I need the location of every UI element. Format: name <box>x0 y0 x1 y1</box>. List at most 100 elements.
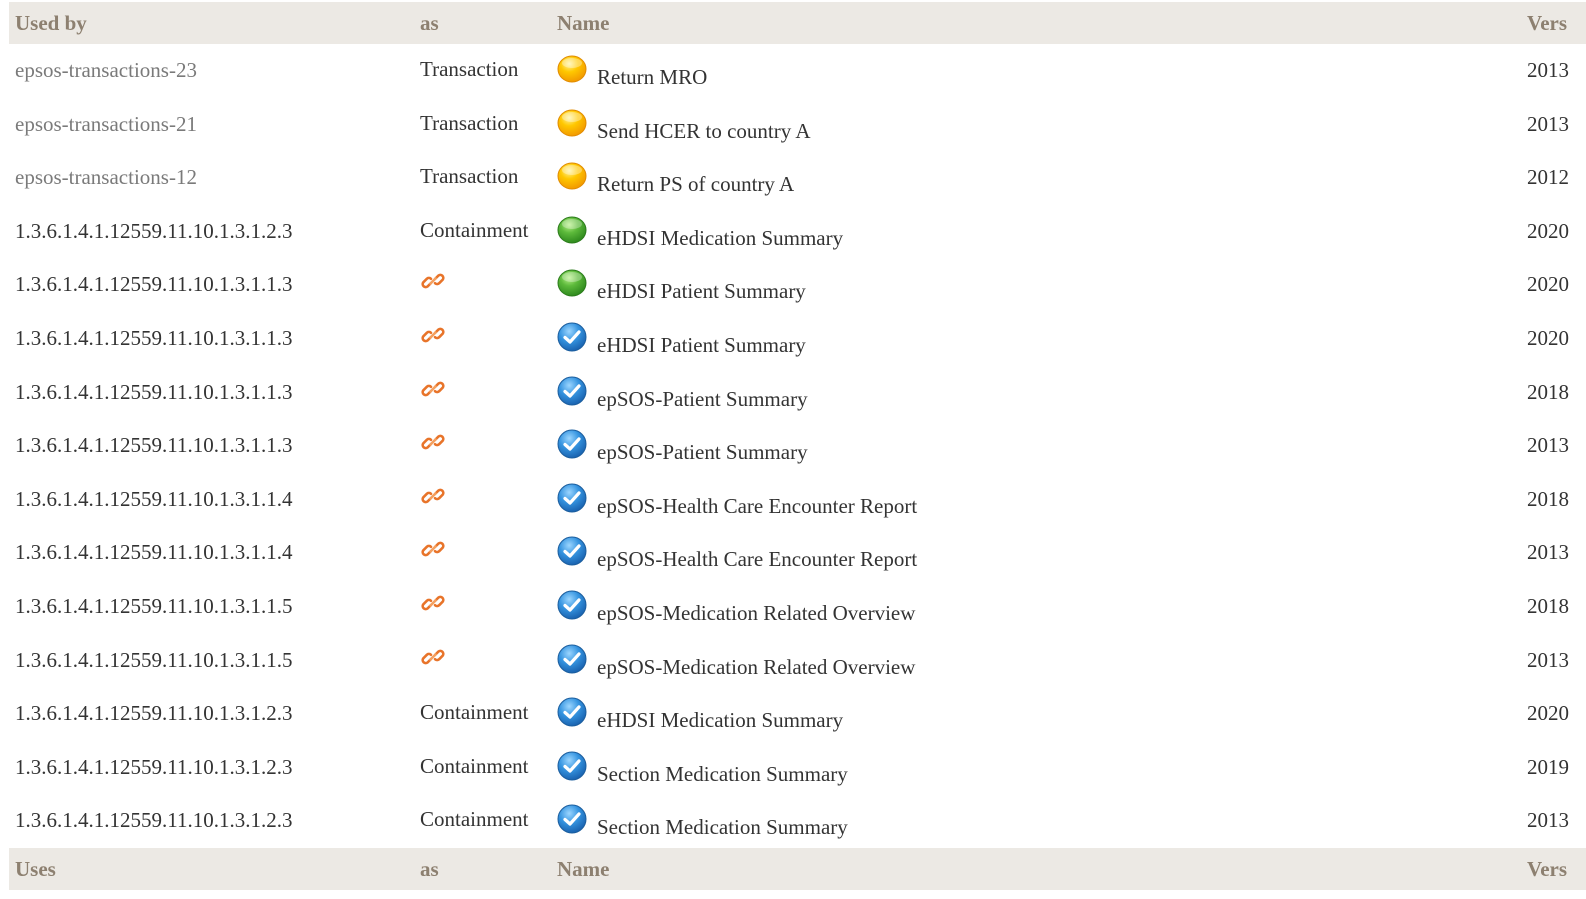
column-header-as[interactable]: as <box>420 11 439 36</box>
used-by-oid: 1.3.6.1.4.1.12559.11.10.1.3.1.1.3 <box>15 379 293 404</box>
used-by-oid: 1.3.6.1.4.1.12559.11.10.1.3.1.1.5 <box>15 593 293 618</box>
used-by-link[interactable]: epsos-transactions-12 <box>15 165 197 190</box>
version-date: 2020 <box>1527 701 1569 726</box>
blue-check-icon <box>556 696 588 728</box>
used-by-id: 23 <box>175 58 197 82</box>
used-by-oid: 1.3.6.1.4.1.12559.11.10.1.3.1.1.4 <box>15 540 293 565</box>
used-by-oid: 1.3.6.1.4.1.12559.11.10.1.3.1.1.3 <box>15 272 293 297</box>
template-name[interactable]: epSOS-Patient Summary <box>597 387 808 412</box>
version-date: 2013 <box>1527 647 1569 672</box>
column-header-as[interactable]: as <box>420 857 439 882</box>
template-name[interactable]: epSOS-Medication Related Overview <box>597 655 915 680</box>
version-date: 2018 <box>1527 379 1569 404</box>
column-header-version[interactable]: Vers <box>1527 857 1567 882</box>
blue-check-icon <box>556 375 588 407</box>
table-row: 1.3.6.1.4.1.12559.11.10.1.3.1.1.4 epSOS-H… <box>9 526 1586 580</box>
yellow-dot-icon <box>556 107 588 139</box>
chain-link-icon <box>420 268 446 294</box>
used-by-oid: 1.3.6.1.4.1.12559.11.10.1.3.1.2.3 <box>15 754 293 779</box>
template-name[interactable]: Section Medication Summary <box>597 815 848 840</box>
version-date: 2018 <box>1527 486 1569 511</box>
table-row: 1.3.6.1.4.1.12559.11.10.1.3.1.2.3 Contain… <box>9 687 1586 741</box>
column-header-name[interactable]: Name <box>557 857 609 882</box>
version-date: 2013 <box>1527 540 1569 565</box>
blue-check-icon <box>556 321 588 353</box>
table-row: 1.3.6.1.4.1.12559.11.10.1.3.1.1.3 epSOS-P… <box>9 366 1586 420</box>
column-header-name[interactable]: Name <box>557 11 609 36</box>
blue-check-icon <box>556 589 588 621</box>
version-date: 2013 <box>1527 808 1569 833</box>
used-by-link[interactable]: epsos-transactions-21 <box>15 112 197 137</box>
table-row: epsos-transactions-12 Transaction Return P… <box>9 151 1586 205</box>
template-name[interactable]: Return PS of country A <box>597 172 794 197</box>
column-header-uses[interactable]: Uses <box>15 857 56 882</box>
blue-check-icon <box>556 428 588 460</box>
template-name[interactable]: Section Medication Summary <box>597 762 848 787</box>
chain-link-icon <box>420 590 446 616</box>
used-by-oid: 1.3.6.1.4.1.12559.11.10.1.3.1.1.3 <box>15 325 293 350</box>
column-header-version[interactable]: Vers <box>1527 11 1567 36</box>
used-by-oid: 1.3.6.1.4.1.12559.11.10.1.3.1.1.4 <box>15 486 293 511</box>
relation-type: Transaction <box>420 57 519 81</box>
version-date: 2013 <box>1527 433 1569 458</box>
used-by-oid: 1.3.6.1.4.1.12559.11.10.1.3.1.2.3 <box>15 218 293 243</box>
template-name[interactable]: eHDSI Patient Summary <box>597 279 806 304</box>
chain-link-icon <box>420 644 446 670</box>
table-row: 1.3.6.1.4.1.12559.11.10.1.3.1.1.3 eHDSI P… <box>9 258 1586 312</box>
relation-type: Transaction <box>420 110 519 135</box>
version-date: 2012 <box>1527 165 1569 190</box>
table-header-used-by: Used by as Name Vers <box>9 2 1586 44</box>
table-row: 1.3.6.1.4.1.12559.11.10.1.3.1.2.3 Contain… <box>9 794 1586 848</box>
relation-type: Containment <box>420 217 529 242</box>
used-by-prefix: epsos-transactions- <box>15 111 176 136</box>
template-name[interactable]: eHDSI Medication Summary <box>597 226 843 251</box>
template-name[interactable]: epSOS-Health Care Encounter Report <box>597 494 917 519</box>
column-header-used-by[interactable]: Used by <box>15 11 87 36</box>
used-by-prefix: epsos-transactions- <box>15 58 176 82</box>
used-by-oid: 1.3.6.1.4.1.12559.11.10.1.3.1.2.3 <box>15 701 293 726</box>
green-dot-icon <box>556 214 588 246</box>
chain-link-icon <box>420 322 446 348</box>
used-by-oid: 1.3.6.1.4.1.12559.11.10.1.3.1.1.3 <box>15 433 293 458</box>
table-row: 1.3.6.1.4.1.12559.11.10.1.3.1.2.3 Contain… <box>9 741 1586 795</box>
version-date: 2020 <box>1527 218 1569 243</box>
version-date: 2018 <box>1527 593 1569 618</box>
table-body: epsos-transactions-23 Transaction Return M… <box>9 44 1586 848</box>
relation-type: Containment <box>420 700 529 725</box>
template-name[interactable]: eHDSI Medication Summary <box>597 708 843 733</box>
table-row: epsos-transactions-23 Transaction Return M… <box>9 44 1586 98</box>
version-date: 2019 <box>1527 754 1569 779</box>
template-name[interactable]: Send HCER to country A <box>597 119 811 144</box>
blue-check-icon <box>556 750 588 782</box>
chain-link-icon <box>420 429 446 455</box>
blue-check-icon <box>556 643 588 675</box>
table-row: 1.3.6.1.4.1.12559.11.10.1.3.1.1.3 epSOS-P… <box>9 419 1586 473</box>
used-by-id: 21 <box>175 111 197 136</box>
table-header-uses: Uses as Name Vers <box>9 847 1586 890</box>
yellow-dot-icon <box>556 160 588 192</box>
table-row: 1.3.6.1.4.1.12559.11.10.1.3.1.1.3 eHDSI P… <box>9 312 1586 366</box>
template-name[interactable]: epSOS-Health Care Encounter Report <box>597 547 917 572</box>
template-name[interactable]: Return MRO <box>597 65 707 90</box>
relation-type: Transaction <box>420 164 519 189</box>
blue-check-icon <box>556 482 588 514</box>
blue-check-icon <box>556 803 588 835</box>
table-row: 1.3.6.1.4.1.12559.11.10.1.3.1.1.4 epSOS-H… <box>9 473 1586 527</box>
yellow-dot-icon <box>556 53 588 85</box>
chain-link-icon <box>420 483 446 509</box>
template-name[interactable]: epSOS-Medication Related Overview <box>597 601 915 626</box>
version-date: 2013 <box>1527 58 1569 82</box>
template-name[interactable]: eHDSI Patient Summary <box>597 333 806 358</box>
used-by-id: 12 <box>175 165 197 190</box>
template-name[interactable]: epSOS-Patient Summary <box>597 440 808 465</box>
version-date: 2020 <box>1527 325 1569 350</box>
table-row: epsos-transactions-21 Transaction Send HCE… <box>9 98 1586 152</box>
chain-link-icon <box>420 376 446 402</box>
green-dot-icon <box>556 267 588 299</box>
used-by-oid: 1.3.6.1.4.1.12559.11.10.1.3.1.1.5 <box>15 647 293 672</box>
table-row: 1.3.6.1.4.1.12559.11.10.1.3.1.1.5 epSOS-M… <box>9 634 1586 688</box>
usage-table: Used by as Name Vers epsos-transactions-… <box>9 0 1586 890</box>
chain-link-icon <box>420 536 446 562</box>
version-date: 2020 <box>1527 272 1569 297</box>
used-by-link[interactable]: epsos-transactions-23 <box>15 58 197 83</box>
